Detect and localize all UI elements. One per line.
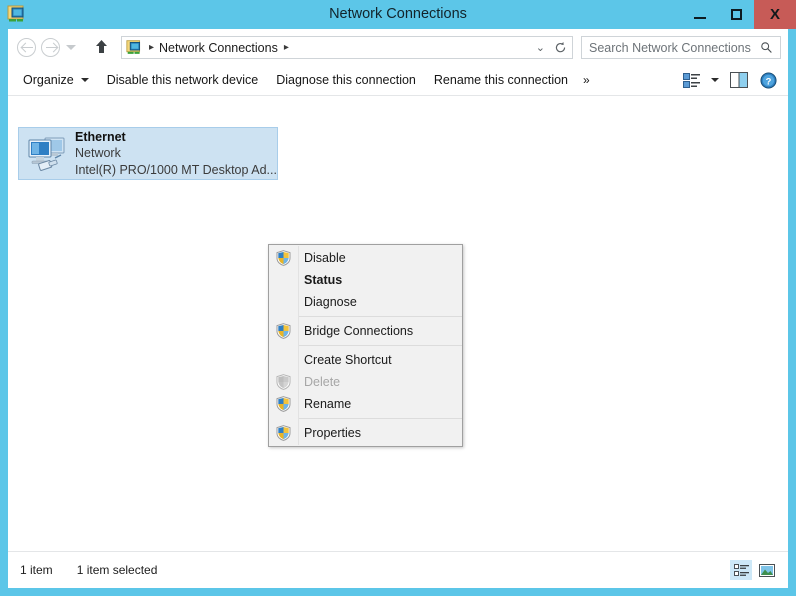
uac-shield-icon [269,247,297,269]
status-view-buttons [730,560,788,580]
address-bar-actions: ⌄ [536,41,572,54]
context-menu-item-delete: Delete [269,371,462,393]
connection-name: Ethernet [75,129,277,146]
diagnose-connection-button[interactable]: Diagnose this connection [267,67,425,93]
context-menu-item-status[interactable]: Status [269,269,462,291]
organize-button[interactable]: Organize [14,67,98,93]
command-bar: Organize Disable this network device Dia… [8,65,788,96]
toolbar-overflow-button[interactable]: » [577,73,596,87]
close-icon: X [770,7,780,22]
search-icon[interactable] [760,41,773,54]
context-menu-item-label: Rename [304,397,351,411]
minimize-icon [694,17,706,19]
forward-arrow-icon [41,38,60,57]
refresh-icon [554,41,567,54]
recent-pages-button[interactable] [64,42,78,52]
details-view-icon [734,564,749,577]
breadcrumb-network-connections[interactable]: Network Connections [159,41,278,55]
uac-shield-icon [269,393,297,415]
connection-item-ethernet[interactable]: Ethernet Network Intel(R) PRO/1000 MT De… [18,127,278,180]
connection-adapter: Intel(R) PRO/1000 MT Desktop Ad... [75,162,277,179]
back-button[interactable] [16,37,36,57]
context-menu-item-rename[interactable]: Rename [269,393,462,415]
breadcrumb-trailing-separator-icon[interactable]: ▸ [284,42,289,53]
address-history-chevron-icon[interactable]: ⌄ [536,41,545,54]
view-dropdown-button[interactable] [707,67,723,93]
menu-icon-placeholder [269,291,297,313]
organize-label: Organize [23,73,74,87]
client-area: ▸ Network Connections ▸ ⌄ Search Network… [8,29,788,588]
context-menu-item-label: Disable [304,251,346,265]
window-controls: X [682,0,796,29]
disable-network-device-label: Disable this network device [107,73,258,87]
maximize-icon [731,9,742,20]
maximize-button[interactable] [718,0,754,29]
address-bar-row: ▸ Network Connections ▸ ⌄ Search Network… [8,29,788,65]
search-input[interactable]: Search Network Connections [589,41,751,55]
title-bar: Network Connections X [0,0,796,29]
menu-icon-placeholder [269,349,297,371]
explorer-window: Network Connections X [0,0,796,596]
large-icons-view-icon [759,564,775,577]
context-menu-item-label: Properties [304,426,361,440]
chevron-down-icon [81,78,89,82]
context-menu-item-label: Diagnose [304,295,357,309]
status-item-count: 1 item [20,563,53,577]
context-menu-item-disable[interactable]: Disable [269,247,462,269]
refresh-button[interactable] [554,41,567,54]
forward-button[interactable] [40,37,60,57]
context-menu[interactable]: Disable Status Diagnose Bridge Connections C… [268,244,463,447]
uac-shield-icon [269,422,297,444]
up-arrow-icon [94,38,109,55]
window-title: Network Connections [0,0,796,29]
context-menu-separator [298,316,462,317]
back-arrow-icon [17,38,36,57]
context-menu-item-diagnose[interactable]: Diagnose [269,291,462,313]
context-menu-item-bridge-connections[interactable]: Bridge Connections [269,320,462,342]
uac-shield-icon [269,371,297,393]
address-bar[interactable]: ▸ Network Connections ▸ ⌄ [121,36,573,59]
uac-shield-icon [269,320,297,342]
context-menu-item-create-shortcut[interactable]: Create Shortcut [269,349,462,371]
content-pane[interactable]: Ethernet Network Intel(R) PRO/1000 MT De… [8,96,788,551]
command-bar-right-icons: ? [678,67,788,93]
preview-pane-icon [730,72,748,88]
rename-connection-label: Rename this connection [434,73,568,87]
help-icon: ? [760,72,777,89]
menu-icon-placeholder [269,269,297,291]
recent-pages-chevron-icon [66,45,76,50]
address-network-icon [126,39,143,56]
change-view-button[interactable] [678,67,704,93]
status-bar: 1 item 1 item selected [8,551,788,588]
minimize-button[interactable] [682,0,718,29]
status-selection: 1 item selected [77,563,158,577]
svg-text:?: ? [765,76,771,87]
context-menu-item-label: Bridge Connections [304,324,413,338]
diagnose-connection-label: Diagnose this connection [276,73,416,87]
connection-labels: Ethernet Network Intel(R) PRO/1000 MT De… [75,129,277,179]
connection-network: Network [75,145,277,162]
up-button[interactable] [92,36,110,56]
preview-pane-button[interactable] [726,67,752,93]
view-dropdown-caret-icon [711,78,719,82]
search-box[interactable]: Search Network Connections [581,36,781,59]
help-button[interactable]: ? [755,67,781,93]
change-view-icon [683,73,700,88]
context-menu-item-label: Create Shortcut [304,353,392,367]
context-menu-separator [298,345,462,346]
context-menu-separator [298,418,462,419]
breadcrumb-separator-icon: ▸ [149,42,154,53]
context-menu-item-properties[interactable]: Properties [269,422,462,444]
close-button[interactable]: X [754,0,796,29]
rename-connection-button[interactable]: Rename this connection [425,67,577,93]
large-icons-view-button[interactable] [756,560,778,580]
context-menu-item-label: Delete [304,375,340,389]
details-view-button[interactable] [730,560,752,580]
context-menu-item-label: Status [304,273,342,287]
network-adapter-icon [25,134,69,174]
disable-network-device-button[interactable]: Disable this network device [98,67,267,93]
